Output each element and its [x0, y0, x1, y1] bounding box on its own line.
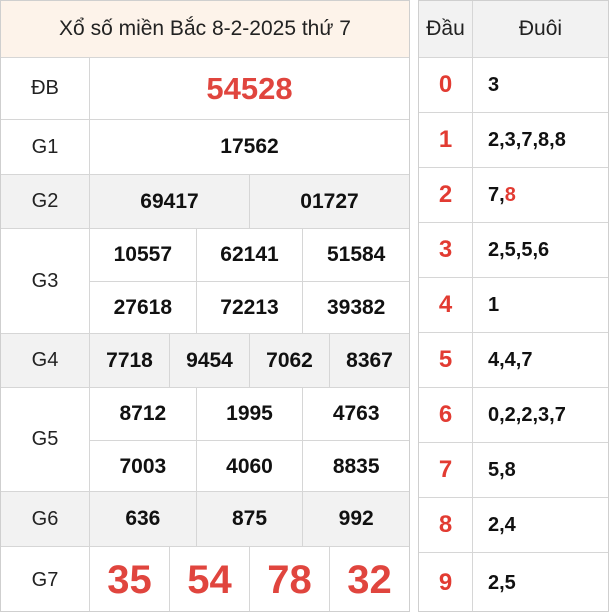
header-duoi: Đuôi [473, 1, 608, 57]
g5-number: 8835 [302, 441, 409, 492]
g5-number: 8712 [119, 402, 167, 425]
loto-tail-digits: 2,5,5,6 [488, 238, 550, 261]
g5-number: 4060 [195, 441, 303, 492]
loto-row: 2 7, 8 [419, 167, 608, 222]
row-g1: G1 17562 [1, 119, 409, 174]
loto-tail-highlight: 8 [504, 183, 516, 206]
loto-head-digit: 8 [419, 498, 473, 552]
g7-number: 35 [107, 557, 152, 602]
g4-number: 7062 [249, 334, 329, 387]
g4-number: 8367 [329, 334, 409, 387]
results-table: Xổ số miền Bắc 8-2-2025 thứ 7 ĐB 54528 G… [0, 0, 410, 612]
loto-row: 5 4,4,7 [419, 332, 608, 387]
g6-number: 636 [125, 507, 161, 530]
loto-tail-digits: 2,5 [488, 571, 516, 594]
loto-tail-digits: 3 [488, 73, 500, 96]
g6-number: 875 [195, 492, 303, 546]
loto-row: 9 2,5 [419, 552, 608, 611]
g2-number: 01727 [249, 175, 409, 228]
row-g4: G4 7718 9454 7062 8367 [1, 333, 409, 387]
g3-number: 72213 [195, 282, 303, 334]
loto-head-digit: 3 [419, 223, 473, 277]
row-special-prize: ĐB 54528 [1, 57, 409, 119]
g7-number: 54 [169, 547, 249, 611]
label-g1: G1 [1, 120, 90, 174]
g5-number: 1995 [195, 388, 303, 440]
row-g3: G3 10557 62141 51584 27618 72213 39382 [1, 228, 409, 334]
label-g3: G3 [1, 229, 90, 333]
g3-number: 62141 [195, 229, 303, 281]
loto-row: 7 5,8 [419, 442, 608, 497]
row-g7: G7 35 54 78 32 [1, 546, 409, 611]
loto-head-digit: 5 [419, 333, 473, 387]
header-dau: Đầu [419, 1, 473, 57]
g3-number: 39382 [302, 282, 409, 334]
label-g7: G7 [1, 547, 90, 611]
loto-row: 1 2,3,7,8,8 [419, 112, 608, 167]
g1-number: 17562 [220, 135, 279, 158]
loto-tail-digits: 1 [488, 293, 500, 316]
loto-tail-digits: 2,3,7,8,8 [488, 128, 566, 151]
g5-number: 4763 [302, 388, 409, 440]
loto-table: Đầu Đuôi 0 3 1 2,3,7,8,8 2 7, 8 3 2,5,5,6… [418, 0, 609, 612]
label-g2: G2 [1, 175, 90, 228]
g2-number: 69417 [140, 189, 199, 213]
g3-number: 51584 [302, 229, 409, 281]
loto-tail-digits: 0,2,2,3,7 [488, 403, 566, 426]
loto-tail-text: 7, [488, 183, 505, 206]
g6-number: 992 [302, 492, 409, 546]
loto-row: 0 3 [419, 57, 608, 112]
g7-number: 32 [329, 547, 409, 611]
loto-tail-digits: 5,8 [488, 458, 516, 481]
row-g6: G6 636 875 992 [1, 491, 409, 546]
row-g2: G2 69417 01727 [1, 174, 409, 228]
loto-header-row: Đầu Đuôi [419, 1, 608, 57]
label-special: ĐB [1, 58, 90, 119]
loto-head-digit: 9 [419, 553, 473, 611]
g5-number: 7003 [119, 454, 167, 478]
g4-number: 9454 [169, 334, 249, 387]
loto-head-digit: 1 [419, 113, 473, 167]
loto-head-digit: 6 [419, 388, 473, 442]
loto-head-digit: 0 [419, 58, 473, 112]
g3-number: 27618 [113, 296, 173, 319]
loto-tail-digits: 2,4 [488, 513, 516, 536]
g4-number: 7718 [106, 348, 153, 372]
row-g5: G5 8712 1995 4763 7003 4060 8835 [1, 387, 409, 492]
label-g5: G5 [1, 388, 90, 491]
g3-number: 10557 [113, 243, 173, 266]
loto-row: 8 2,4 [419, 497, 608, 552]
loto-head-digit: 2 [419, 168, 473, 222]
loto-tail-digits: 4,4,7 [488, 348, 533, 371]
special-prize-number: 54528 [206, 70, 293, 106]
label-g4: G4 [1, 334, 90, 387]
loto-head-digit: 7 [419, 443, 473, 497]
g7-number: 78 [249, 547, 329, 611]
label-g6: G6 [1, 492, 90, 546]
results-title: Xổ số miền Bắc 8-2-2025 thứ 7 [1, 1, 409, 57]
loto-row: 6 0,2,2,3,7 [419, 387, 608, 442]
loto-row: 3 2,5,5,6 [419, 222, 608, 277]
loto-tail-digits: 7, 8 [473, 168, 608, 222]
loto-head-digit: 4 [419, 278, 473, 332]
loto-row: 4 1 [419, 277, 608, 332]
